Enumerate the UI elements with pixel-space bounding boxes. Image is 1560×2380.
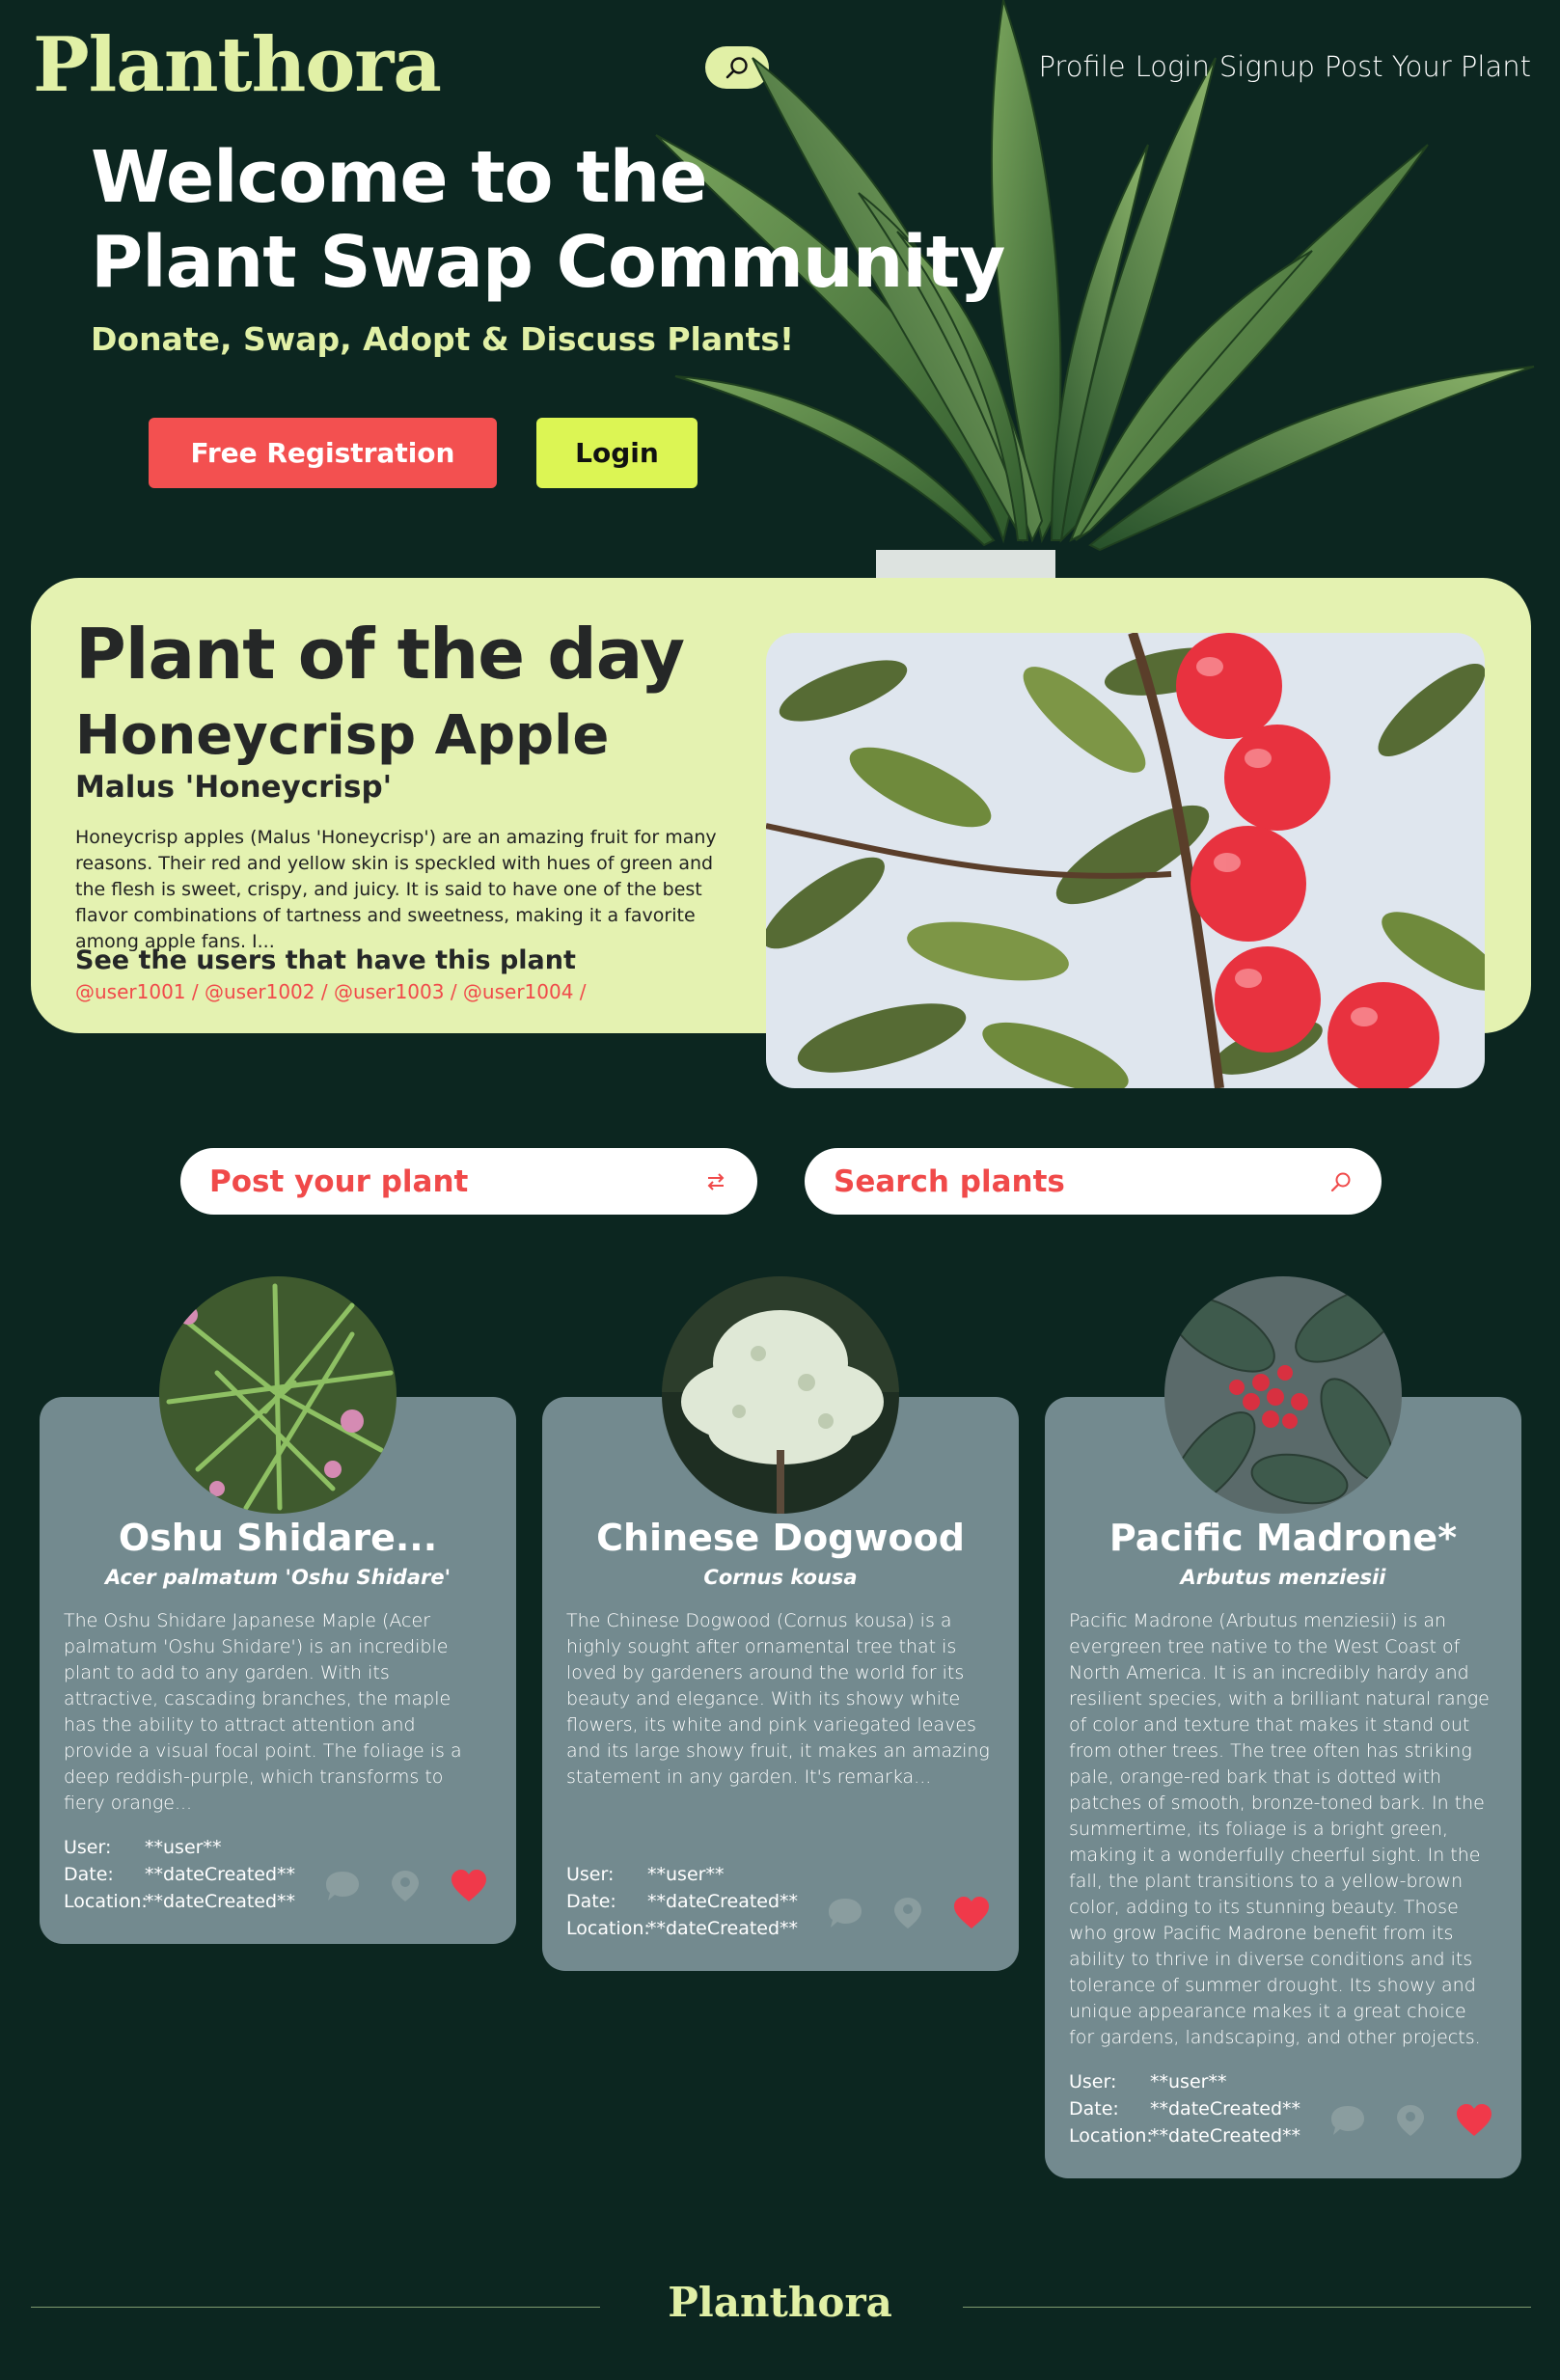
plant-card-image <box>662 1276 899 1514</box>
plant-card-meta: User: **user** Date: **dateCreated** Locat… <box>566 1861 798 1942</box>
plant-card-title: Pacific Madrone* <box>1108 1517 1458 1559</box>
heart-icon[interactable] <box>450 1869 488 1903</box>
search-icon <box>1330 1172 1351 1191</box>
hero-title-line1: Welcome to the <box>91 136 708 219</box>
meta-user: **user** <box>1150 2071 1227 2093</box>
hero-title-line2: Plant Swap Community <box>91 221 1005 304</box>
meta-user-label: User: <box>566 1864 615 1885</box>
plant-card-scientific-name: Cornus kousa <box>703 1566 858 1589</box>
plant-of-the-day-name: Honeycrisp Apple <box>75 704 610 767</box>
plant-card-actions <box>827 1896 991 1930</box>
meta-date: **dateCreated** <box>647 1891 799 1912</box>
site-logo[interactable]: Planthora <box>33 21 442 109</box>
meta-location: **dateCreated** <box>145 1891 296 1912</box>
meta-date-label: Date: <box>566 1891 616 1912</box>
plant-card-meta: User: **user** Date: **dateCreated** Locat… <box>1069 2068 1300 2149</box>
meta-date-label: Date: <box>1069 2098 1119 2120</box>
heart-icon[interactable] <box>1455 2103 1493 2138</box>
plant-users-heading: See the users that have this plant <box>75 945 576 975</box>
login-button[interactable]: Login <box>536 418 698 488</box>
plant-card-description: The Chinese Dogwood (Cornus kousa) is a … <box>566 1610 990 1788</box>
plant-card-image <box>1164 1276 1402 1514</box>
plant-card-image <box>159 1276 397 1514</box>
hero-title: Welcome to the Plant Swap Community <box>91 135 1005 305</box>
meta-user-label: User: <box>1069 2071 1117 2093</box>
meta-user: **user** <box>145 1837 222 1858</box>
free-registration-button[interactable]: Free Registration <box>149 418 497 488</box>
hero-subtitle: Donate, Swap, Adopt & Discuss Plants! <box>91 320 795 358</box>
plant-of-the-day-description: Honeycrisp apples (Malus 'Honeycrisp') a… <box>75 827 717 952</box>
meta-location-label: Location: <box>64 1891 148 1912</box>
meta-location: **dateCreated** <box>647 1918 799 1939</box>
plant-card-description: The Oshu Shidare Japanese Maple (Acer pa… <box>64 1610 462 1814</box>
plant-card-description: Pacific Madrone (Arbutus menziesii) is a… <box>1069 1610 1490 2048</box>
post-your-plant-label: Post your plant <box>209 1163 469 1199</box>
plant-card-actions <box>324 1869 488 1903</box>
search-plants-label: Search plants <box>834 1163 1065 1199</box>
apple-tree-image <box>766 633 1485 1088</box>
meta-location-label: Location: <box>566 1918 650 1939</box>
post-your-plant-button[interactable]: Post your plant <box>180 1148 757 1215</box>
plant-of-the-day-scientific-name: Malus 'Honeycrisp' <box>75 770 393 805</box>
nav-signup[interactable]: Signup <box>1219 50 1315 83</box>
meta-user-label: User: <box>64 1837 112 1858</box>
location-pin-icon[interactable] <box>892 1896 923 1930</box>
plant-card-meta: User: **user** Date: **dateCreated** Locat… <box>64 1834 295 1915</box>
nav-post-your-plant[interactable]: Post Your Plant <box>1325 50 1531 83</box>
meta-location-label: Location: <box>1069 2125 1153 2147</box>
nav-profile[interactable]: Profile <box>1038 50 1125 83</box>
comment-icon[interactable] <box>1329 2104 1366 2137</box>
meta-date-label: Date: <box>64 1864 114 1885</box>
meta-date: **dateCreated** <box>1150 2098 1301 2120</box>
location-pin-icon[interactable] <box>390 1869 421 1903</box>
plant-users-links[interactable]: @user1001 / @user1002 / @user1003 / @use… <box>75 980 587 1003</box>
plant-card-title: Chinese Dogwood <box>596 1517 965 1559</box>
meta-location: **dateCreated** <box>1150 2125 1301 2147</box>
plant-of-the-day-heading: Plant of the day <box>75 614 685 695</box>
meta-user: **user** <box>647 1864 725 1885</box>
plant-card-actions <box>1329 2103 1493 2138</box>
comment-icon[interactable] <box>827 1897 863 1929</box>
top-navigation: Profile Login Signup Post Your Plant <box>1038 50 1531 83</box>
comment-icon[interactable] <box>324 1870 361 1902</box>
plant-card-scientific-name: Arbutus menziesii <box>1180 1566 1386 1589</box>
location-pin-icon[interactable] <box>1395 2103 1426 2138</box>
heart-icon[interactable] <box>952 1896 991 1930</box>
footer-logo[interactable]: Planthora <box>0 2279 1560 2326</box>
search-plants-input[interactable]: Search plants <box>805 1148 1382 1215</box>
meta-date: **dateCreated** <box>145 1864 296 1885</box>
swap-icon <box>707 1172 725 1190</box>
plant-card-scientific-name: Acer palmatum 'Oshu Shidare' <box>104 1566 452 1589</box>
nav-login[interactable]: Login <box>1136 50 1210 83</box>
plant-card-title: Oshu Shidare... <box>118 1517 438 1559</box>
